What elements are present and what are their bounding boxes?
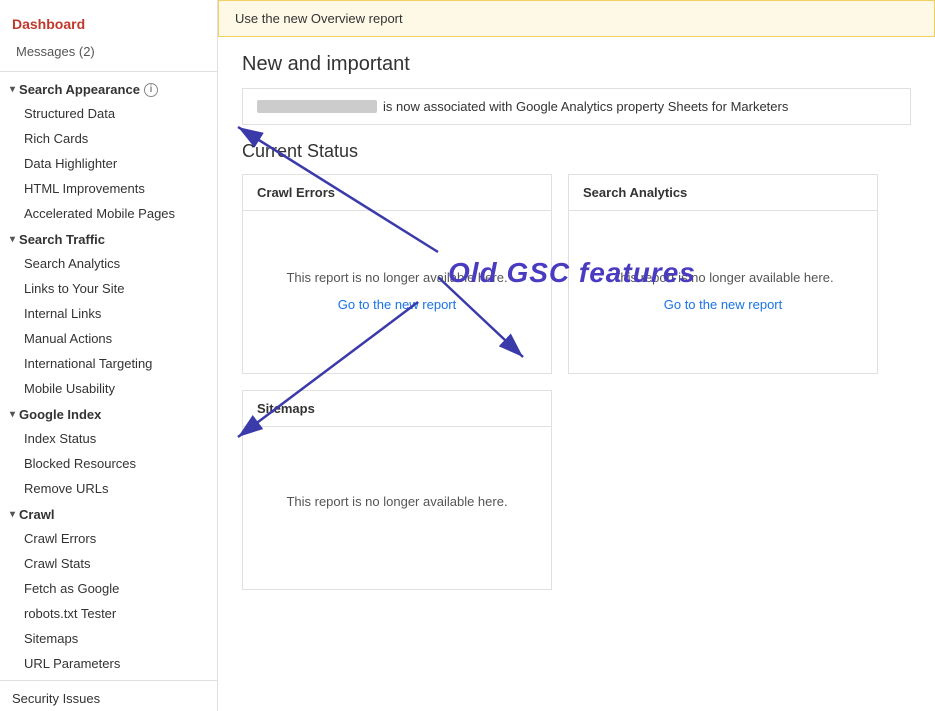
crawl-errors-card-header: Crawl Errors <box>243 175 551 211</box>
notification-text: is now associated with Google Analytics … <box>383 99 788 114</box>
sidebar-section-search-appearance[interactable]: ▾ Search Appearance i <box>0 76 217 101</box>
main-content-area: Use the new Overview report New and impo… <box>218 0 935 711</box>
sidebar-item-html-improvements[interactable]: HTML Improvements <box>0 176 217 201</box>
crawl-label: Crawl <box>19 507 54 522</box>
main-body: New and important is now associated with… <box>218 37 935 606</box>
sidebar-section-search-traffic[interactable]: ▾ Search Traffic <box>0 226 217 251</box>
overview-banner: Use the new Overview report <box>218 0 935 37</box>
sidebar-messages[interactable]: Messages (2) <box>0 40 217 67</box>
sidebar-item-sitemaps[interactable]: Sitemaps <box>0 626 217 651</box>
sidebar-item-remove-urls[interactable]: Remove URLs <box>0 476 217 501</box>
crawl-errors-new-report-link[interactable]: Go to the new report <box>338 297 457 312</box>
sidebar-divider-top <box>0 71 217 72</box>
sidebar-item-fetch-as-google[interactable]: Fetch as Google <box>0 576 217 601</box>
sidebar-item-robots-tester[interactable]: robots.txt Tester <box>0 601 217 626</box>
sidebar-item-data-highlighter[interactable]: Data Highlighter <box>0 151 217 176</box>
sidebar-item-url-parameters[interactable]: URL Parameters <box>0 651 217 676</box>
sidebar-item-crawl-errors[interactable]: Crawl Errors <box>0 526 217 551</box>
search-analytics-card-header: Search Analytics <box>569 175 877 211</box>
chevron-down-icon: ▾ <box>10 84 15 95</box>
sidebar-item-accelerated-mobile-pages[interactable]: Accelerated Mobile Pages <box>0 201 217 226</box>
sitemaps-card-header: Sitemaps <box>243 391 551 427</box>
sidebar-item-security-issues[interactable]: Security Issues <box>0 685 217 711</box>
sidebar-item-crawl-stats[interactable]: Crawl Stats <box>0 551 217 576</box>
current-status-title: Current Status <box>242 141 911 162</box>
sidebar-divider-bottom <box>0 680 217 681</box>
sidebar-item-search-analytics[interactable]: Search Analytics <box>0 251 217 276</box>
sidebar-item-index-status[interactable]: Index Status <box>0 426 217 451</box>
search-appearance-label: Search Appearance <box>19 82 140 97</box>
chevron-down-icon-traffic: ▾ <box>10 234 15 245</box>
sidebar-item-international-targeting[interactable]: International Targeting <box>0 351 217 376</box>
sidebar-item-internal-links[interactable]: Internal Links <box>0 301 217 326</box>
chevron-down-icon-index: ▾ <box>10 409 15 420</box>
crawl-errors-card-body: This report is no longer available here.… <box>243 211 551 371</box>
new-important-title: New and important <box>242 53 911 76</box>
search-traffic-label: Search Traffic <box>19 232 105 247</box>
chevron-down-icon-crawl: ▾ <box>10 509 15 520</box>
sitemaps-card-body: This report is no longer available here. <box>243 427 551 587</box>
sidebar-item-mobile-usability[interactable]: Mobile Usability <box>0 376 217 401</box>
sitemaps-card: Sitemaps This report is no longer availa… <box>242 390 552 590</box>
sidebar: Dashboard Messages (2) ▾ Search Appearan… <box>0 0 218 711</box>
sidebar-section-crawl[interactable]: ▾ Crawl <box>0 501 217 526</box>
sidebar-item-rich-cards[interactable]: Rich Cards <box>0 126 217 151</box>
sidebar-item-structured-data[interactable]: Structured Data <box>0 101 217 126</box>
sitemaps-no-data: This report is no longer available here. <box>286 494 507 509</box>
sidebar-item-blocked-resources[interactable]: Blocked Resources <box>0 451 217 476</box>
search-analytics-card-body: This report is no longer available here.… <box>569 211 877 371</box>
sidebar-item-links-to-your-site[interactable]: Links to Your Site <box>0 276 217 301</box>
old-gsc-annotation: Old GSC features <box>448 257 696 289</box>
sidebar-item-manual-actions[interactable]: Manual Actions <box>0 326 217 351</box>
notification-bar: is now associated with Google Analytics … <box>242 88 911 125</box>
google-index-label: Google Index <box>19 407 101 422</box>
info-icon[interactable]: i <box>144 83 158 97</box>
blurred-url <box>257 100 377 113</box>
search-analytics-new-report-link[interactable]: Go to the new report <box>664 297 783 312</box>
sitemaps-row: Sitemaps This report is no longer availa… <box>242 390 911 590</box>
sidebar-dashboard[interactable]: Dashboard <box>0 8 217 40</box>
sidebar-section-google-index[interactable]: ▾ Google Index <box>0 401 217 426</box>
